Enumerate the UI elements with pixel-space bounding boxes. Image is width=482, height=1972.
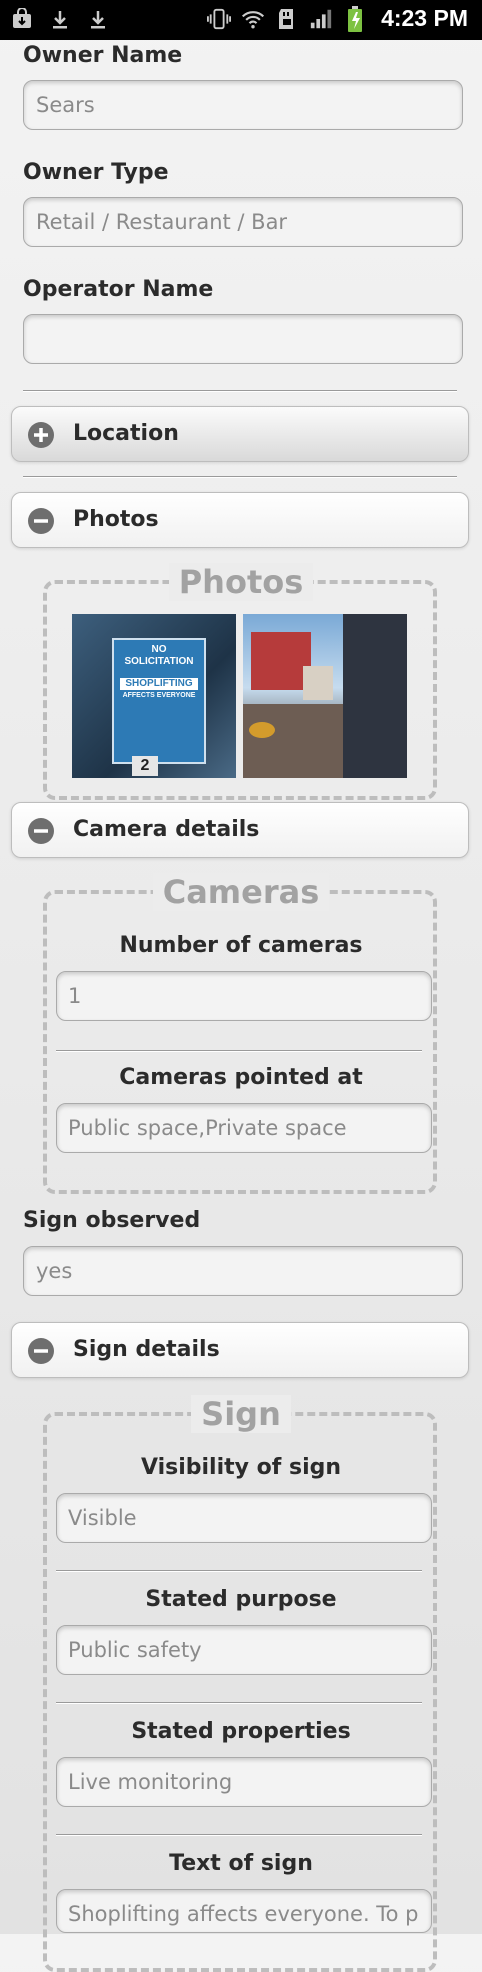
cameras-pointed-at-label: Cameras pointed at — [119, 1065, 363, 1090]
divider — [56, 1050, 422, 1052]
number-of-cameras-label: Number of cameras — [119, 933, 363, 958]
stated-properties-label: Stated properties — [131, 1719, 351, 1744]
billboard — [251, 632, 311, 690]
minus-icon — [28, 1338, 54, 1364]
location-section-title: Location — [73, 421, 179, 446]
status-bar: 4:23 PM — [0, 0, 482, 40]
visibility-of-sign-label: Visibility of sign — [140, 1455, 342, 1480]
sign-number: 2 — [132, 756, 158, 776]
cameras-legend: Cameras — [0, 873, 482, 911]
camera-details-section-title: Camera details — [73, 817, 260, 842]
minus-icon — [28, 508, 54, 534]
photos-legend: Photos — [0, 563, 482, 601]
building — [303, 666, 333, 700]
stated-purpose-input[interactable]: Public safety — [56, 1625, 432, 1675]
number-of-cameras-input[interactable]: 1 — [56, 971, 432, 1021]
wifi-icon — [241, 6, 265, 32]
divider — [23, 390, 457, 392]
photos-section-title: Photos — [73, 507, 159, 532]
owner-name-label: Owner Name — [23, 43, 183, 68]
vibrate-icon — [207, 6, 232, 32]
download-icon — [86, 6, 110, 32]
minus-icon — [28, 818, 54, 844]
operator-name-input[interactable] — [23, 314, 463, 364]
photo-gallery: NO SOLICITATION SHOPLIFTING AFFECTS EVER… — [72, 614, 408, 778]
building — [343, 614, 407, 778]
divider — [23, 476, 457, 478]
cameras-pointed-at-input[interactable]: Public space,Private space — [56, 1103, 432, 1153]
bag-download-icon — [10, 6, 34, 32]
logo-sign — [249, 722, 275, 738]
divider — [56, 1834, 422, 1836]
camera-details-section-header[interactable]: Camera details — [11, 802, 469, 858]
plus-icon — [28, 422, 54, 448]
sign-details-section-header[interactable]: Sign details — [11, 1322, 469, 1378]
visibility-of-sign-input[interactable]: Visible — [56, 1493, 432, 1543]
divider — [56, 1702, 422, 1704]
sign-legend: Sign — [0, 1395, 482, 1433]
sign-observed-label: Sign observed — [23, 1208, 201, 1233]
signal-icon — [309, 6, 333, 32]
clock-time: 4:23 PM — [381, 5, 468, 31]
battery-charging-icon — [343, 5, 367, 32]
photo-thumbnail[interactable] — [243, 614, 407, 778]
text-of-sign-input[interactable]: Shoplifting affects everyone. To p — [56, 1889, 432, 1933]
owner-name-input[interactable]: Sears — [23, 80, 463, 130]
owner-type-input[interactable]: Retail / Restaurant / Bar — [23, 197, 463, 247]
photo-thumbnail[interactable]: NO SOLICITATION SHOPLIFTING AFFECTS EVER… — [72, 614, 236, 778]
location-section-header[interactable]: Location — [11, 406, 469, 462]
stated-purpose-label: Stated purpose — [145, 1587, 337, 1612]
photos-section-header[interactable]: Photos — [11, 492, 469, 548]
divider — [56, 1570, 422, 1572]
sign-observed-input[interactable]: yes — [23, 1246, 463, 1296]
text-of-sign-label: Text of sign — [169, 1851, 313, 1876]
sd-card-icon — [275, 6, 299, 32]
stated-properties-input[interactable]: Live monitoring — [56, 1757, 432, 1807]
download-icon — [48, 6, 72, 32]
owner-type-label: Owner Type — [23, 160, 169, 185]
operator-name-label: Operator Name — [23, 277, 214, 302]
sign-details-section-title: Sign details — [73, 1337, 220, 1362]
sign-in-photo: NO SOLICITATION SHOPLIFTING AFFECTS EVER… — [112, 638, 206, 764]
storefront — [243, 704, 343, 778]
